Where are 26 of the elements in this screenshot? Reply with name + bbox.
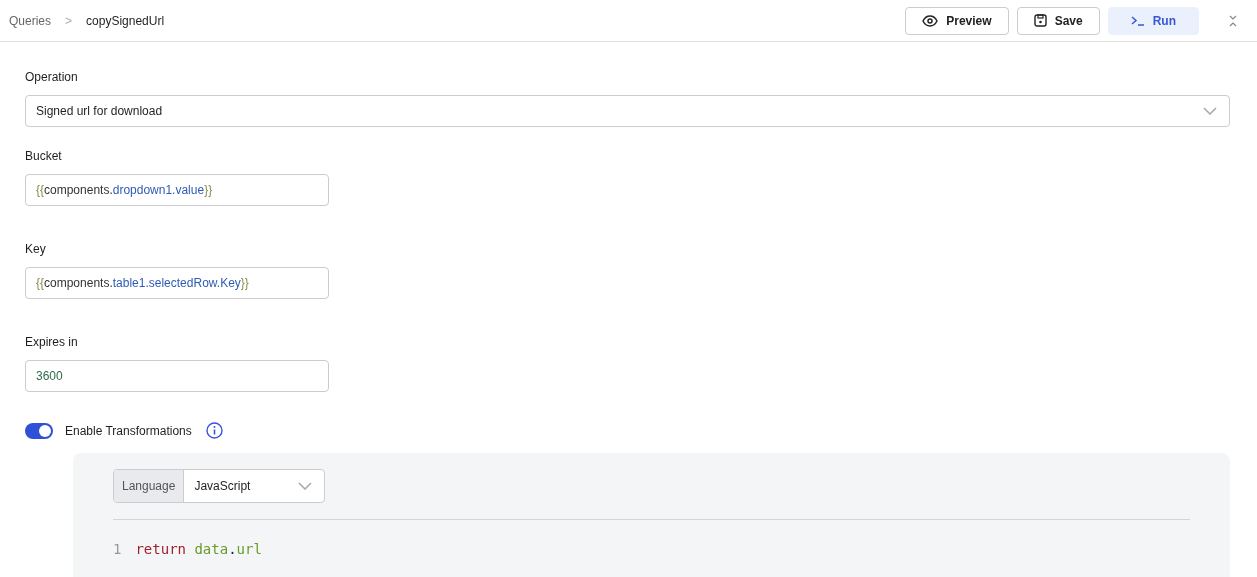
query-name: copySignedUrl [86, 13, 165, 28]
input-field[interactable]: {{components.dropdown1.value}} [25, 174, 329, 206]
input-field[interactable]: {{components.table1.selectedRow.Key}} [25, 267, 329, 299]
breadcrumb-separator: > [65, 13, 73, 28]
preview-button[interactable]: Preview [905, 6, 1009, 35]
chevron-down-icon [298, 482, 312, 490]
save-button[interactable]: Save [1016, 6, 1100, 35]
run-button[interactable]: Run [1107, 6, 1199, 35]
info-icon[interactable] [205, 422, 223, 439]
language-label: Language [114, 470, 185, 502]
field-label: Operation [25, 70, 79, 84]
toggle-switch[interactable] [25, 422, 53, 439]
field-label: Key [25, 242, 47, 256]
operation-dropdown[interactable]: Signed url for download [25, 95, 1230, 127]
field-label: Expires in [25, 335, 79, 349]
input-field[interactable]: 3600 [25, 360, 329, 392]
line-number: 1 [113, 541, 122, 557]
breadcrumb-link[interactable]: Queries [9, 13, 52, 28]
field-label: Bucket [25, 149, 63, 163]
language-dropdown[interactable]: JavaScript [184, 470, 324, 502]
eye-icon [922, 14, 939, 27]
code-line: return data.url [135, 541, 262, 557]
chevron-down-icon [1203, 107, 1217, 115]
terminal-icon [1130, 15, 1145, 26]
toggle-label: Enable Transformations [65, 423, 192, 438]
collapse-icon[interactable] [1229, 14, 1237, 27]
